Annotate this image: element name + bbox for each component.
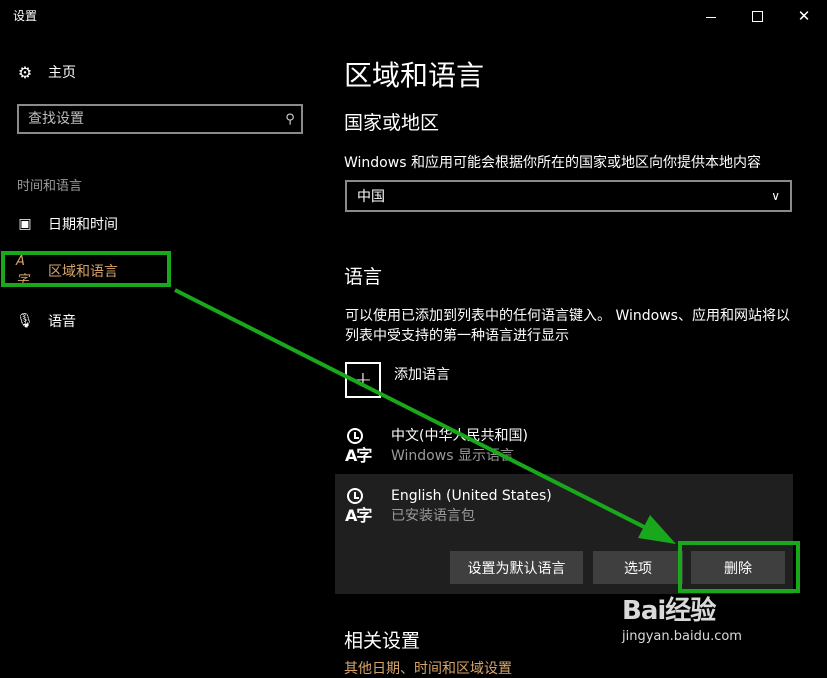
sidebar-item-date-time[interactable]: ▣ 日期和时间 xyxy=(16,214,118,234)
watermark-logo: Bai经验 xyxy=(622,596,716,626)
language-name: English (United States) xyxy=(391,488,552,504)
country-select[interactable]: 中国 ∨ xyxy=(345,180,792,212)
plus-icon: + xyxy=(345,362,381,398)
search-icon[interactable]: ⚲ xyxy=(279,112,301,127)
language-heading: 语言 xyxy=(344,266,383,288)
search-input[interactable] xyxy=(19,110,279,128)
language-item-english[interactable]: A字 English (United States) 已安装语言包 xyxy=(345,486,552,526)
add-language-button[interactable]: + 添加语言 xyxy=(345,362,450,398)
sidebar-item-label: 语音 xyxy=(48,314,76,330)
language-icon: A字 xyxy=(345,486,381,525)
language-icon: A字 xyxy=(345,426,381,465)
language-description: 可以使用已添加到列表中的任何语言键入。 Windows、应用和网站将以列表中受支… xyxy=(345,308,790,344)
chevron-down-icon: ∨ xyxy=(771,189,780,203)
page-title: 区域和语言 xyxy=(344,59,485,92)
country-heading: 国家或地区 xyxy=(344,112,440,134)
delete-button[interactable]: 删除 xyxy=(691,551,785,584)
calendar-clock-icon: ▣ xyxy=(18,216,32,232)
add-language-label: 添加语言 xyxy=(394,367,450,383)
search-box[interactable]: ⚲ xyxy=(17,104,303,134)
sidebar-item-region-language[interactable]: A字 区域和语言 xyxy=(16,254,118,288)
language-subtitle: Windows 显示语言 xyxy=(391,448,514,464)
window-title: 设置 xyxy=(13,9,38,23)
sidebar-group-label: 时间和语言 xyxy=(17,179,83,194)
minimize-icon xyxy=(706,16,716,18)
maximize-icon xyxy=(751,10,763,22)
related-settings-link[interactable]: 其他日期、时间和区域设置 xyxy=(344,658,512,678)
language-item-chinese[interactable]: A字 中文(中华人民共和国) Windows 显示语言 xyxy=(345,426,528,466)
options-button[interactable]: 选项 xyxy=(593,551,683,584)
sidebar-item-voice[interactable]: 🎙 语音 xyxy=(16,311,76,331)
sidebar-item-label: 日期和时间 xyxy=(48,217,118,233)
close-icon: ✕ xyxy=(797,6,811,25)
baidu-watermark: Bai经验 jingyan.baidu.com xyxy=(622,590,742,644)
gear-icon: ⚙ xyxy=(17,62,33,82)
microphone-icon: 🎙 xyxy=(16,313,34,329)
home-label: 主页 xyxy=(48,65,76,81)
title-bar: 设置 ✕ xyxy=(0,0,827,32)
watermark-url: jingyan.baidu.com xyxy=(622,629,742,644)
sidebar-home[interactable]: ⚙ 主页 xyxy=(16,62,76,82)
sidebar: ⚙ 主页 ⚲ 时间和语言 ▣ 日期和时间 A字 区域和语言 🎙 语音 xyxy=(0,32,330,666)
region-language-icon: A字 xyxy=(16,254,30,288)
set-default-language-button[interactable]: 设置为默认语言 xyxy=(450,551,583,584)
country-description: Windows 和应用可能会根据你所在的国家或地区向你提供本地内容 xyxy=(344,155,761,171)
related-settings-heading: 相关设置 xyxy=(344,630,421,652)
maximize-button[interactable] xyxy=(734,0,780,32)
close-button[interactable]: ✕ xyxy=(781,0,827,32)
language-name: 中文(中华人民共和国) xyxy=(391,428,528,444)
language-subtitle: 已安装语言包 xyxy=(391,508,475,524)
country-select-value: 中国 xyxy=(357,189,385,205)
sidebar-item-label: 区域和语言 xyxy=(48,264,118,280)
minimize-button[interactable] xyxy=(688,0,734,32)
main-content: 区域和语言 国家或地区 Windows 和应用可能会根据你所在的国家或地区向你提… xyxy=(330,32,827,677)
